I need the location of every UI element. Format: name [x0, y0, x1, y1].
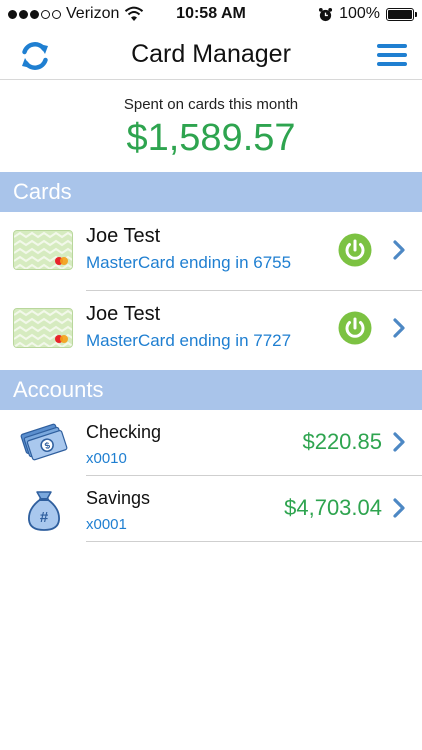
status-right: 100% [318, 5, 417, 23]
monthly-spend-amount: $1,589.57 [126, 117, 296, 159]
status-bar: Verizon 10:58 AM 100% [0, 0, 422, 30]
mastercard-card-image [14, 231, 72, 269]
money-bag-icon: # [28, 491, 60, 531]
card-holder-name: Joe Test [86, 225, 161, 247]
account-number: x0010 [86, 450, 127, 467]
card-thumbnail [13, 308, 73, 348]
chevron-right-icon[interactable] [392, 318, 406, 338]
battery-percent: 100% [339, 5, 380, 22]
card-holder-name: Joe Test [86, 303, 161, 325]
nav-bar: Card Manager [0, 30, 422, 80]
chevron-right-icon[interactable] [392, 432, 406, 452]
account-name: Checking [86, 422, 162, 442]
hamburger-menu-icon[interactable] [377, 44, 407, 66]
monthly-spend-summary: Spent on cards this month $1,589.57 [0, 96, 422, 160]
card-thumbnail [13, 230, 73, 270]
accounts-section-header: Accounts [0, 370, 422, 410]
chevron-right-icon[interactable] [392, 498, 406, 518]
card-description: MasterCard ending in 7727 [86, 331, 292, 350]
alarm-clock-icon [319, 7, 333, 21]
account-row[interactable]: $ Checking x0010 $220.85 [0, 410, 422, 476]
row-divider [86, 541, 422, 542]
account-row[interactable]: # Savings x0001 $4,703.04 [0, 476, 422, 542]
card-description: MasterCard ending in 6755 [86, 253, 292, 272]
account-name: Savings [86, 488, 151, 508]
cards-section-header: Cards [0, 172, 422, 212]
chevron-right-icon[interactable] [392, 240, 406, 260]
money-bills-icon: $ [20, 423, 68, 461]
card-row[interactable]: Joe Test MasterCard ending in 6755 [0, 212, 422, 288]
card-row[interactable]: Joe Test MasterCard ending in 7727 [0, 290, 422, 366]
card-power-toggle-icon[interactable] [338, 233, 372, 267]
card-power-toggle-icon[interactable] [338, 311, 372, 345]
monthly-spend-label: Spent on cards this month [123, 96, 299, 113]
account-balance: $4,703.04 [284, 495, 382, 520]
mastercard-card-image [14, 309, 72, 347]
page-title: Card Manager [131, 40, 291, 68]
account-number: x0001 [86, 516, 127, 533]
svg-text:#: # [40, 509, 49, 526]
account-balance: $220.85 [302, 429, 382, 454]
battery-icon [386, 7, 417, 21]
